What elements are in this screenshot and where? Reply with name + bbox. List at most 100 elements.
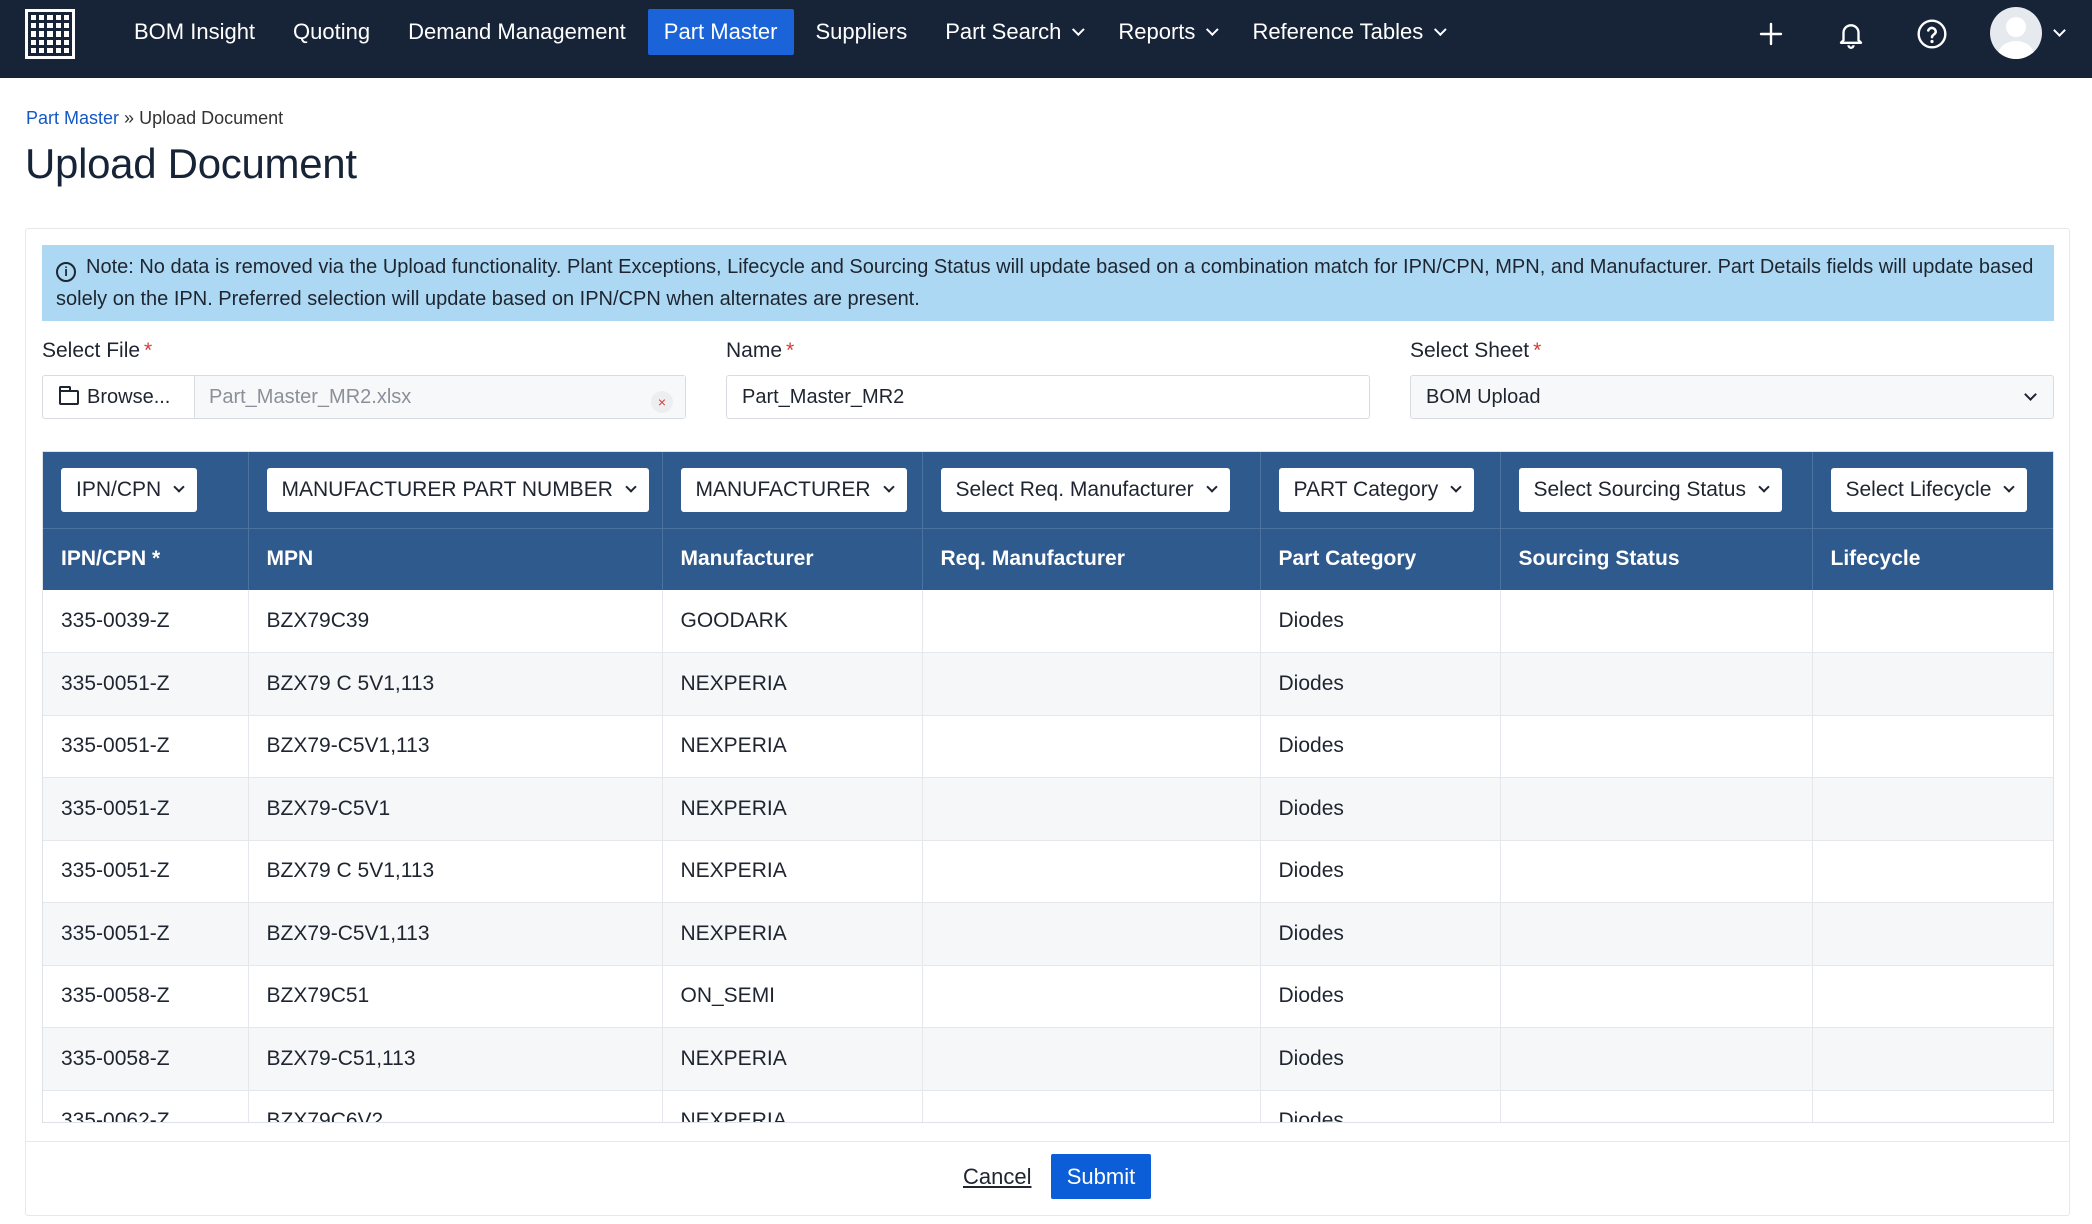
sheet-select[interactable]: BOM Upload — [1410, 375, 2054, 419]
column-header: Req. Manufacturer — [922, 527, 1261, 590]
required-mark: * — [1533, 339, 1542, 362]
table-cell — [1500, 902, 1813, 966]
column-header: Part Category — [1260, 527, 1501, 590]
table-row: 335-0058-Z BZX79C51 ON_SEMI Diodes — [43, 965, 2053, 1028]
table-cell: BZX79C39 — [248, 590, 663, 653]
column-mapping-dropdown[interactable]: PART Category — [1278, 467, 1475, 512]
preview-table-container[interactable]: IPN/CPN MANUFACTURER PART NUMBER MANUFACTU… — [42, 451, 2054, 1123]
info-icon: i — [56, 262, 76, 282]
main-nav: BOM Insight Quoting Demand Management Part … — [118, 9, 1464, 55]
breadcrumb-separator: » — [124, 108, 135, 128]
table-cell: NEXPERIA — [662, 652, 923, 716]
table-row: 335-0062-Z BZX79C6V2 NEXPERIA Diodes — [43, 1090, 2053, 1122]
table-cell — [1500, 1027, 1813, 1091]
table-cell: BZX79-C5V1 — [248, 777, 663, 841]
chevron-down-icon — [1205, 481, 1218, 493]
mapping-cell: Select Req. Manufacturer — [922, 452, 1261, 528]
submit-button[interactable]: Submit — [1051, 1154, 1151, 1199]
nav-right-actions — [1740, 0, 2092, 78]
column-mapping-dropdown[interactable]: Select Sourcing Status — [1518, 467, 1782, 512]
chevron-down-icon — [625, 481, 637, 493]
table-cell: Diodes — [1260, 965, 1501, 1028]
breadcrumb-current: Upload Document — [139, 108, 284, 128]
chevron-down-icon — [2024, 388, 2037, 401]
upload-card: i Note: No data is removed via the Upload… — [25, 228, 2070, 1216]
table-cell: BZX79-C5V1,113 — [248, 902, 663, 966]
nav-suppliers-label: Suppliers — [815, 19, 908, 44]
help-icon[interactable] — [1914, 16, 1950, 52]
table-cell — [1812, 840, 2053, 903]
column-mapping-dropdown[interactable]: IPN/CPN — [61, 467, 198, 512]
name-input[interactable]: Part_Master_MR2 — [726, 375, 1370, 419]
mapping-cell: PART Category — [1260, 452, 1501, 528]
browse-button[interactable]: Browse... — [43, 376, 195, 418]
table-cell: NEXPERIA — [662, 777, 923, 841]
folder-icon — [59, 385, 79, 405]
nav-reference-tables-label: Reference Tables — [1252, 19, 1424, 44]
column-mapping-dropdown[interactable]: Select Lifecycle — [1830, 467, 2028, 512]
table-cell: 335-0058-Z — [43, 1027, 249, 1091]
table-cell: BZX79 C 5V1,113 — [248, 840, 663, 903]
table-cell — [1500, 590, 1813, 653]
preview-table: IPN/CPN MANUFACTURER PART NUMBER MANUFACTU… — [43, 452, 2053, 1122]
table-body: 335-0039-Z BZX79C39 GOODARK Diodes 335-0051-… — [43, 590, 2053, 1122]
table-cell: NEXPERIA — [662, 1027, 923, 1091]
nav-reference-tables[interactable]: Reference Tables — [1236, 9, 1458, 55]
chevron-down-icon — [1206, 22, 1220, 36]
table-row: 335-0058-Z BZX79-C51,113 NEXPERIA Diodes — [43, 1027, 2053, 1091]
table-cell: 335-0051-Z — [43, 902, 249, 966]
column-header: Manufacturer — [662, 527, 923, 590]
avatar-chevron-down-icon[interactable] — [2053, 24, 2066, 37]
mapping-cell: Select Sourcing Status — [1500, 452, 1813, 528]
cancel-button[interactable]: Cancel — [963, 1164, 1031, 1190]
required-mark: * — [144, 339, 153, 362]
plus-icon[interactable] — [1753, 16, 1789, 52]
table-cell — [1812, 1027, 2053, 1091]
table-cell — [1500, 1090, 1813, 1122]
nav-part-master[interactable]: Part Master — [647, 9, 794, 55]
nav-bom-insight[interactable]: BOM Insight — [118, 9, 271, 55]
table-cell — [922, 902, 1261, 966]
nav-quoting[interactable]: Quoting — [277, 9, 386, 55]
mapping-cell: IPN/CPN — [43, 452, 249, 528]
app-logo-icon[interactable] — [25, 9, 75, 59]
nav-part-search[interactable]: Part Search — [929, 9, 1096, 55]
column-header: Sourcing Status — [1500, 527, 1813, 590]
table-cell — [1500, 715, 1813, 778]
mapping-cell: Select Lifecycle — [1812, 452, 2053, 528]
table-cell: BZX79C51 — [248, 965, 663, 1028]
nav-demand-management[interactable]: Demand Management — [392, 9, 642, 55]
select-sheet-label: Select Sheet * — [1410, 339, 1542, 362]
nav-part-master-label: Part Master — [663, 19, 778, 44]
bell-icon[interactable] — [1833, 16, 1869, 52]
table-cell: 335-0051-Z — [43, 777, 249, 841]
column-mapping-dropdown[interactable]: Select Req. Manufacturer — [940, 467, 1230, 512]
avatar[interactable] — [1990, 7, 2042, 59]
table-cell: BZX79-C5V1,113 — [248, 715, 663, 778]
table-cell — [1812, 965, 2053, 1028]
file-picker: Browse... Part_Master_MR2.xlsx × — [42, 375, 686, 419]
nav-suppliers[interactable]: Suppliers — [800, 9, 924, 55]
top-navbar: BOM Insight Quoting Demand Management Part … — [0, 0, 2092, 78]
column-mapping-row: IPN/CPN MANUFACTURER PART NUMBER MANUFACTU… — [43, 452, 2053, 528]
table-row: 335-0051-Z BZX79 C 5V1,113 NEXPERIA Diodes — [43, 840, 2053, 903]
breadcrumb-part-master-link[interactable]: Part Master — [26, 108, 119, 128]
table-cell: Diodes — [1260, 715, 1501, 778]
chevron-down-icon — [1072, 22, 1086, 36]
column-mapping-dropdown[interactable]: MANUFACTURER PART NUMBER — [266, 467, 649, 512]
column-mapping-dropdown[interactable]: MANUFACTURER — [680, 467, 907, 512]
table-row: 335-0051-Z BZX79-C5V1,113 NEXPERIA Diodes — [43, 902, 2053, 966]
table-row: 335-0051-Z BZX79 C 5V1,113 NEXPERIA Diodes — [43, 652, 2053, 716]
table-cell: Diodes — [1260, 1090, 1501, 1122]
clear-file-icon[interactable]: × — [651, 391, 673, 413]
nav-reports[interactable]: Reports — [1102, 9, 1230, 55]
chevron-down-icon — [2003, 481, 2016, 493]
nav-demand-management-label: Demand Management — [408, 19, 626, 44]
required-mark: * — [786, 339, 795, 362]
table-cell — [1500, 652, 1813, 716]
table-cell: Diodes — [1260, 1027, 1501, 1091]
chevron-down-icon — [1758, 481, 1770, 493]
table-cell: Diodes — [1260, 590, 1501, 653]
select-file-label: Select File * — [42, 339, 153, 362]
table-cell — [922, 1027, 1261, 1091]
